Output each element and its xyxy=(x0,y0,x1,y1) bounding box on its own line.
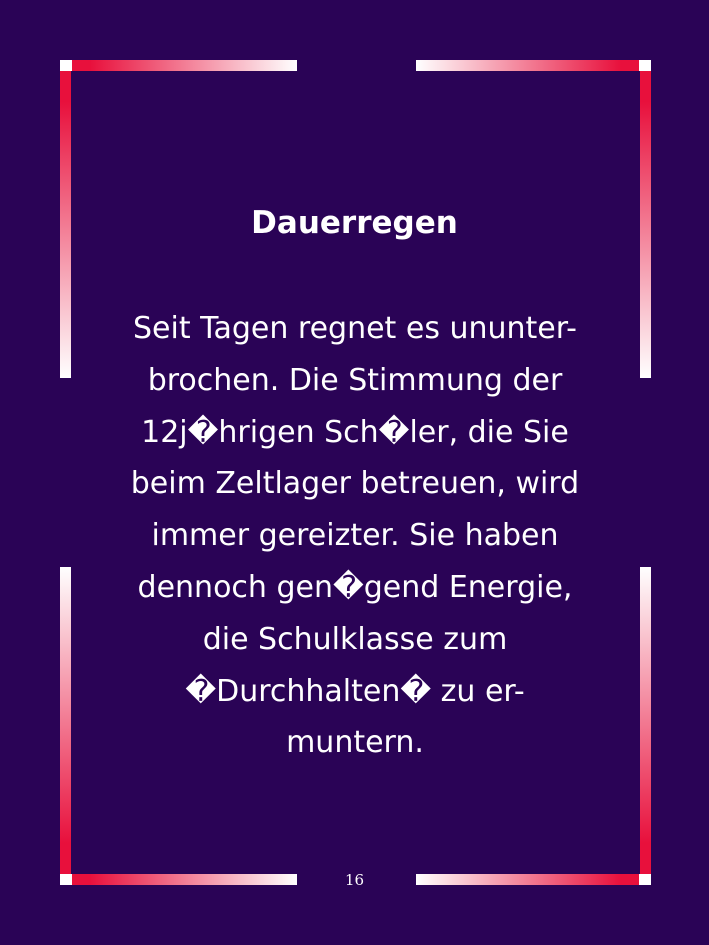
body-line: die Schulklasse zum xyxy=(202,621,508,657)
frame-left-lower-bar xyxy=(60,567,71,874)
body-line: muntern. xyxy=(286,725,424,761)
frame-top-right-bar xyxy=(416,60,651,71)
frame-top-left-bar xyxy=(60,60,297,71)
body-line: immer gereizter. Sie haben xyxy=(151,518,559,554)
page-number: 16 xyxy=(344,871,365,889)
body-line: 12j�hrigen Sch�ler, die Sie xyxy=(141,414,569,450)
frame-right-lower-bar xyxy=(640,567,651,874)
card-title: Dauerregen xyxy=(251,205,458,241)
body-line: beim Zeltlager betreuen, wird xyxy=(130,466,580,502)
body-line: Seit Tagen regnet es ununter- xyxy=(132,311,577,346)
body-line: �Durchhalten� zu er- xyxy=(185,673,525,709)
body-line: dennoch gen�gend Energie, xyxy=(137,569,573,605)
card-page: Dauerregen Seit Tagen regnet es ununter-… xyxy=(0,0,709,945)
body-line: brochen. Die Stimmung der xyxy=(147,362,563,398)
card-body-text: Seit Tagen regnet es ununter- brochen. D… xyxy=(110,303,600,769)
